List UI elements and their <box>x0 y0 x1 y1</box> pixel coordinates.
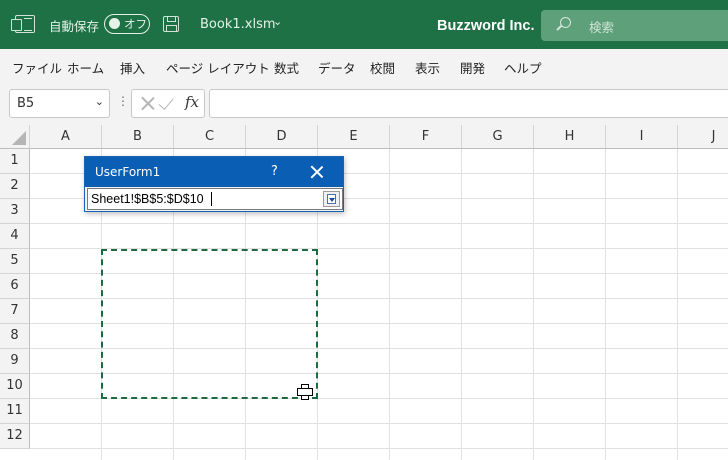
userform-dialog[interactable]: UserForm1 ? Sheet1!$B$5:$D$10 <box>84 156 344 212</box>
column-header[interactable]: E <box>318 125 390 149</box>
row-header[interactable]: 1 <box>0 149 30 174</box>
row-header[interactable]: 3 <box>0 199 30 224</box>
refedit-value: Sheet1!$B$5:$D$10 <box>91 192 204 206</box>
column-header[interactable]: F <box>390 125 462 149</box>
gridline <box>30 223 728 224</box>
row-header[interactable]: 11 <box>0 399 30 424</box>
more-options-icon[interactable]: ⋮ <box>117 94 129 108</box>
formula-actions: fx <box>131 89 205 118</box>
select-all-triangle-icon <box>12 131 26 145</box>
cell-cursor-center <box>302 389 306 393</box>
gridline <box>605 149 606 460</box>
column-header[interactable]: I <box>606 125 678 149</box>
formula-bar: B5 ⌄ ⋮ fx <box>0 83 728 125</box>
ribbon-tabs: ファイル ホーム 挿入 ページ レイアウト 数式 データ 校閲 表示 開発 ヘルプ <box>0 49 728 83</box>
gridline <box>677 149 678 460</box>
toggle-knob <box>109 18 120 29</box>
menu-item[interactable]: 表示 <box>415 58 440 77</box>
cancel-icon[interactable] <box>140 96 155 111</box>
menu-item[interactable]: ホーム <box>67 58 104 77</box>
menu-item[interactable]: 数式 <box>274 58 299 77</box>
autosave-toggle[interactable]: オフ <box>104 14 150 34</box>
selection-range-marquee <box>101 249 318 399</box>
document-title[interactable]: Book1.xlsm <box>200 17 276 32</box>
close-icon[interactable] <box>310 165 324 179</box>
row-header[interactable]: 4 <box>0 224 30 249</box>
chevron-down-icon[interactable]: ⌄ <box>95 95 104 108</box>
search-box[interactable]: 検索 <box>541 10 728 41</box>
userform-title: UserForm1 <box>95 165 161 179</box>
column-header[interactable]: B <box>102 125 174 149</box>
column-header[interactable]: J <box>678 125 728 149</box>
name-box[interactable]: B5 ⌄ <box>9 89 110 118</box>
row-header[interactable]: 8 <box>0 324 30 349</box>
menu-item[interactable]: 挿入 <box>120 58 145 77</box>
gridline <box>461 149 462 460</box>
column-header[interactable]: H <box>534 125 606 149</box>
row-header[interactable]: 6 <box>0 274 30 299</box>
name-box-value: B5 <box>17 96 35 111</box>
column-header[interactable]: C <box>174 125 246 149</box>
column-header[interactable]: G <box>462 125 534 149</box>
row-header[interactable]: 9 <box>0 349 30 374</box>
menu-item[interactable]: ファイル <box>12 58 62 77</box>
autosave-label: 自動保存 <box>49 19 100 34</box>
row-header[interactable]: 5 <box>0 249 30 274</box>
refedit-input[interactable]: Sheet1!$B$5:$D$10 <box>87 188 343 210</box>
formula-input[interactable] <box>209 89 728 118</box>
gridline <box>533 149 534 460</box>
title-bar: 自動保存 オフ Book1.xlsm ⌄ Buzzword Inc. 検索 <box>0 0 728 49</box>
menu-item[interactable]: ページ レイアウト <box>166 58 270 77</box>
menu-item[interactable]: データ <box>318 58 356 77</box>
chevron-down-icon[interactable]: ⌄ <box>273 15 282 28</box>
collapse-dialog-icon <box>327 194 336 204</box>
search-icon <box>560 17 571 28</box>
select-all-button[interactable] <box>0 125 30 149</box>
menu-item[interactable]: ヘルプ <box>504 58 542 77</box>
column-header[interactable]: D <box>246 125 318 149</box>
refedit-collapse-button[interactable] <box>323 191 340 207</box>
column-header[interactable]: A <box>30 125 102 149</box>
row-header[interactable]: 10 <box>0 374 30 399</box>
gridline <box>389 149 390 460</box>
excel-app-icon <box>11 15 35 33</box>
row-header[interactable]: 12 <box>0 424 30 449</box>
autosave-toggle-state: オフ <box>124 17 147 31</box>
account-name[interactable]: Buzzword Inc. <box>437 18 534 34</box>
gridline <box>30 448 728 449</box>
search-placeholder: 検索 <box>589 20 615 35</box>
row-header[interactable]: 7 <box>0 299 30 324</box>
menu-item[interactable]: 開発 <box>460 58 485 77</box>
help-button[interactable]: ? <box>271 164 278 179</box>
text-caret <box>211 192 212 206</box>
check-icon[interactable] <box>158 94 174 110</box>
gridline <box>30 423 728 424</box>
row-header[interactable]: 2 <box>0 174 30 199</box>
insert-function-icon[interactable]: fx <box>185 93 199 111</box>
save-icon[interactable] <box>163 16 179 32</box>
userform-titlebar[interactable]: UserForm1 ? <box>85 157 343 187</box>
menu-item[interactable]: 校閲 <box>370 58 395 77</box>
